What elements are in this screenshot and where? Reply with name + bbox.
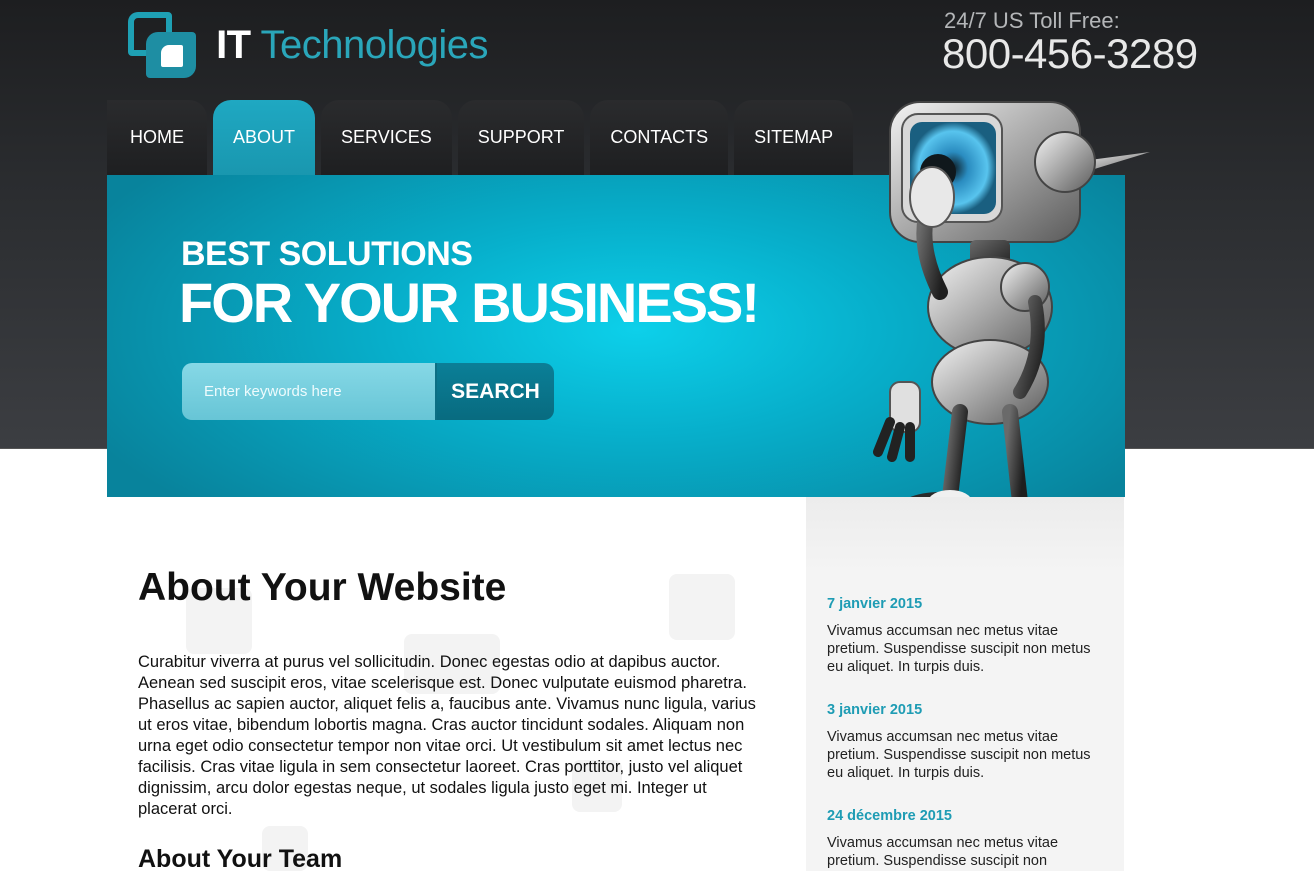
nav-item-about[interactable]: ABOUT <box>213 100 316 175</box>
news-item: 7 janvier 2015 Vivamus accumsan nec metu… <box>827 596 1097 676</box>
search-form: SEARCH <box>182 363 554 420</box>
page-title: About Your Website <box>138 566 507 609</box>
nav-item-support[interactable]: SUPPORT <box>457 100 585 175</box>
nav-item-contacts[interactable]: CONTACTS <box>590 100 729 175</box>
news-item: 3 janvier 2015 Vivamus accumsan nec metu… <box>827 702 1097 782</box>
news-item: 24 décembre 2015 Vivamus accumsan nec me… <box>827 808 1097 870</box>
hero-headline-small: BEST SOLUTIONS <box>181 235 473 273</box>
toll-free-phone[interactable]: 800-456-3289 <box>942 30 1198 78</box>
search-input[interactable] <box>182 363 435 420</box>
main-nav: HOME ABOUT SERVICES SUPPORT CONTACTS SIT… <box>107 100 859 175</box>
hero-headline-large: FOR YOUR BUSINESS! <box>179 271 760 334</box>
logo-icon <box>128 10 196 80</box>
robot-illustration <box>873 101 1150 552</box>
news-text: Vivamus accumsan nec metus vitae pretium… <box>827 835 1059 869</box>
about-text: Curabitur viverra at purus vel sollicitu… <box>138 653 756 818</box>
logo-text-light: Technologies <box>260 22 489 67</box>
logo-text: IT Technologies <box>216 23 488 68</box>
search-button[interactable]: SEARCH <box>435 363 554 420</box>
news-date[interactable]: 3 janvier 2015 <box>827 702 1097 718</box>
news-text: Vivamus accumsan nec metus vitae pretium… <box>827 729 1091 781</box>
logo-text-bold: IT <box>216 22 251 67</box>
news-sidebar: 7 janvier 2015 Vivamus accumsan nec metu… <box>806 497 1124 871</box>
news-date[interactable]: 7 janvier 2015 <box>827 596 1097 612</box>
news-date[interactable]: 24 décembre 2015 <box>827 808 1097 824</box>
nav-item-sitemap[interactable]: SITEMAP <box>734 100 854 175</box>
section-title-team: About Your Team <box>138 845 343 871</box>
site-logo[interactable]: IT Technologies <box>128 10 488 80</box>
nav-item-home[interactable]: HOME <box>107 100 207 175</box>
nav-item-services[interactable]: SERVICES <box>321 100 452 175</box>
decorative-square <box>669 574 735 640</box>
news-text: Vivamus accumsan nec metus vitae pretium… <box>827 623 1091 675</box>
